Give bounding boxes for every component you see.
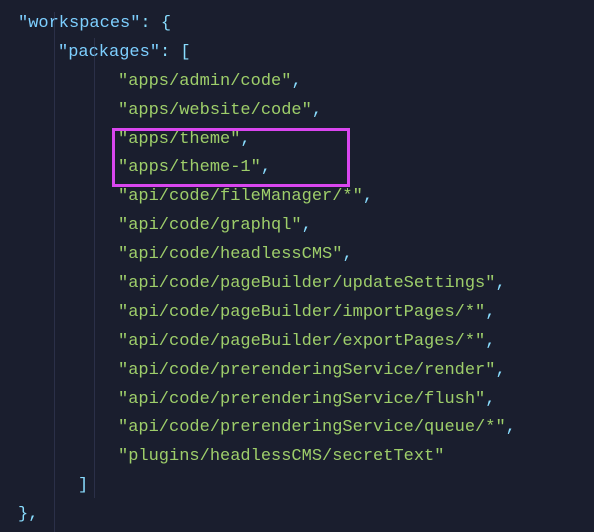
- code-line: "api/code/pageBuilder/updateSettings",: [18, 270, 576, 299]
- code-line: "apps/theme-1",: [18, 154, 576, 183]
- json-string: "api/code/pageBuilder/exportPages/*": [118, 332, 485, 351]
- code-line: "api/code/pageBuilder/importPages/*",: [18, 299, 576, 328]
- json-punct: ,: [485, 332, 495, 351]
- json-string: "plugins/headlessCMS/secretText": [118, 447, 444, 466]
- json-punct: ,: [485, 390, 495, 409]
- code-line: "apps/website/code",: [18, 97, 576, 126]
- indent-guide: [54, 12, 55, 532]
- json-punct: ,: [240, 130, 250, 149]
- code-line: "workspaces": {: [18, 10, 576, 39]
- code-line: "api/code/prerenderingService/render",: [18, 357, 576, 386]
- json-punct: ,: [342, 245, 352, 264]
- json-string: "apps/admin/code": [118, 72, 291, 91]
- code-line: "apps/theme",: [18, 126, 576, 155]
- indent-guide: [94, 38, 95, 498]
- json-string: "api/code/fileManager/*": [118, 187, 363, 206]
- json-punct: ,: [506, 418, 516, 437]
- json-string: "api/code/headlessCMS": [118, 245, 342, 264]
- json-key: "workspaces": [18, 14, 140, 33]
- json-punct: : {: [140, 14, 171, 33]
- json-string: "api/code/pageBuilder/importPages/*": [118, 303, 485, 322]
- code-line: "apps/admin/code",: [18, 68, 576, 97]
- code-line: "api/code/headlessCMS",: [18, 241, 576, 270]
- json-string: "api/code/prerenderingService/queue/*": [118, 418, 506, 437]
- json-key: "packages": [58, 43, 160, 62]
- json-punct: ,: [261, 158, 271, 177]
- json-string: "api/code/prerenderingService/render": [118, 361, 495, 380]
- json-punct: ,: [312, 101, 322, 120]
- code-line: "api/code/graphql",: [18, 212, 576, 241]
- code-line: ]: [18, 472, 576, 501]
- json-punct: },: [18, 505, 38, 524]
- json-string: "apps/theme": [118, 130, 240, 149]
- json-string: "apps/website/code": [118, 101, 312, 120]
- json-punct: : [: [160, 43, 191, 62]
- json-punct: ,: [363, 187, 373, 206]
- json-string: "api/code/pageBuilder/updateSettings": [118, 274, 495, 293]
- code-line: "api/code/fileManager/*",: [18, 183, 576, 212]
- json-punct: ,: [495, 361, 505, 380]
- code-block: "workspaces": { "packages": [ "apps/admi…: [18, 10, 576, 530]
- json-string: "api/code/prerenderingService/flush": [118, 390, 485, 409]
- code-line: "api/code/prerenderingService/queue/*",: [18, 414, 576, 443]
- json-string: "apps/theme-1": [118, 158, 261, 177]
- code-line: "packages": [: [18, 39, 576, 68]
- json-punct: ,: [485, 303, 495, 322]
- code-line: "plugins/headlessCMS/secretText": [18, 443, 576, 472]
- code-line: "api/code/prerenderingService/flush",: [18, 386, 576, 415]
- json-punct: ,: [291, 72, 301, 91]
- json-punct: ]: [78, 476, 88, 495]
- json-punct: ,: [302, 216, 312, 235]
- json-string: "api/code/graphql": [118, 216, 302, 235]
- code-line: },: [18, 501, 576, 530]
- code-line: "api/code/pageBuilder/exportPages/*",: [18, 328, 576, 357]
- json-punct: ,: [495, 274, 505, 293]
